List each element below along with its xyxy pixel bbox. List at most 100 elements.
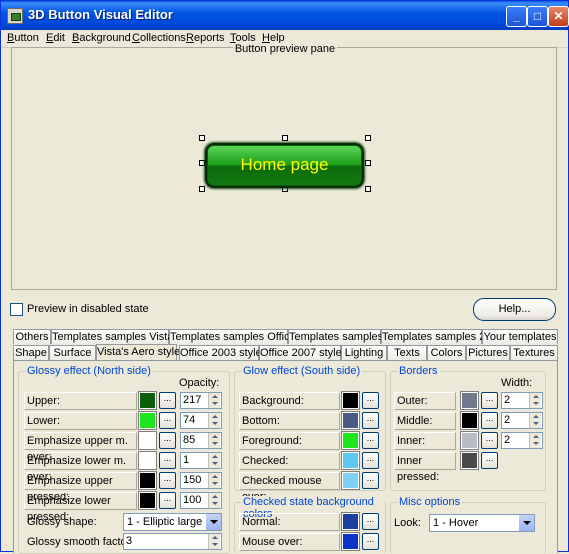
emph-lower-pressed-label: Emphasize lower pressed:	[24, 492, 137, 523]
border-outer-label: Outer:	[394, 392, 456, 410]
glow-bottom-color-swatch[interactable]	[341, 411, 360, 430]
glossy-upper-color-picker[interactable]: ...	[159, 392, 176, 409]
tab-others[interactable]: Others	[13, 329, 51, 344]
glow-bottom-color-picker[interactable]: ...	[362, 412, 379, 429]
border-outer-color-picker[interactable]: ...	[481, 392, 498, 409]
tab-your-templates[interactable]: Your templates	[482, 329, 558, 344]
borders-title: Borders	[397, 365, 440, 377]
border-inner-pressed-color-swatch[interactable]	[460, 451, 479, 470]
resize-handle-se[interactable]	[365, 186, 371, 192]
tab-shape[interactable]: Shape	[13, 345, 49, 360]
look-select[interactable]: 1 - Hover	[429, 514, 535, 532]
glow-checked-label: Checked:	[239, 452, 340, 470]
emph-lower-pressed-color-swatch[interactable]	[138, 491, 157, 510]
tab-texts[interactable]: Texts	[387, 345, 427, 360]
glossy-lower-color-swatch[interactable]	[138, 411, 157, 430]
tab-office-2007-style[interactable]: Office 2007 style	[259, 345, 342, 360]
emph-upper-mouseover-opacity-spinner[interactable]	[208, 433, 220, 448]
glow-foreground-color-picker[interactable]: ...	[362, 432, 379, 449]
glow-checked-mouseover-color-picker[interactable]: ...	[362, 472, 379, 489]
border-middle-label: Middle:	[394, 412, 456, 430]
glow-foreground-color-swatch[interactable]	[341, 431, 360, 450]
border-inner-label: Inner:	[394, 432, 456, 450]
checked-bg-normal-color-swatch[interactable]	[341, 512, 360, 531]
glossy-effect-title: Glossy effect (North side)	[25, 365, 153, 377]
tab-office-2003-style[interactable]: Office 2003 style	[179, 345, 262, 360]
glossy-upper-color-swatch[interactable]	[138, 391, 157, 410]
maximize-icon[interactable]: □	[527, 6, 548, 27]
glossy-effect-group: Glossy effect (North side) Opacity: Uppe…	[18, 365, 230, 554]
glow-effect-title: Glow effect (South side)	[241, 365, 363, 377]
glossy-upper-opacity-spinner[interactable]	[208, 393, 220, 408]
resize-handle-sw[interactable]	[199, 186, 205, 192]
emph-lower-pressed-color-picker[interactable]: ...	[159, 492, 176, 509]
border-middle-color-picker[interactable]: ...	[481, 412, 498, 429]
tab-colors[interactable]: Colors	[427, 345, 466, 360]
resize-handle-n[interactable]	[282, 135, 288, 141]
border-inner-color-swatch[interactable]	[460, 431, 479, 450]
resize-handle-nw[interactable]	[199, 135, 205, 141]
emph-upper-mouseover-label: Emphasize upper m. over:	[24, 432, 137, 463]
emph-upper-pressed-color-picker[interactable]: ...	[159, 472, 176, 489]
checked-bg-mouseover-color-swatch[interactable]	[341, 532, 360, 551]
border-middle-width-spinner[interactable]	[529, 413, 541, 428]
chevron-down-icon[interactable]	[518, 515, 534, 531]
border-outer-color-swatch[interactable]	[460, 391, 479, 410]
border-inner-color-picker[interactable]: ...	[481, 432, 498, 449]
emph-lower-mouseover-color-picker[interactable]: ...	[159, 452, 176, 469]
emph-upper-mouseover-color-picker[interactable]: ...	[159, 432, 176, 449]
emph-upper-pressed-color-swatch[interactable]	[138, 471, 157, 490]
glow-checked-color-picker[interactable]: ...	[362, 452, 379, 469]
emph-lower-mouseover-opacity-spinner[interactable]	[208, 453, 220, 468]
glossy-lower-opacity-spinner[interactable]	[208, 413, 220, 428]
opacity-label: Opacity:	[179, 377, 220, 389]
border-outer-width-spinner[interactable]	[529, 393, 541, 408]
glow-background-color-picker[interactable]: ...	[362, 392, 379, 409]
tab-vista-aero-style[interactable]: Vista's Aero style	[96, 344, 180, 361]
glossy-smooth-spinner[interactable]	[208, 534, 220, 549]
chevron-down-icon[interactable]	[205, 514, 221, 530]
emph-upper-pressed-label: Emphasize upper pressed:	[24, 472, 137, 503]
misc-options-group: Misc options Look: 1 - Hover	[390, 496, 546, 554]
tab-surface[interactable]: Surface	[49, 345, 96, 360]
tab-templates-samples[interactable]: Templates samples	[288, 329, 383, 344]
minimize-icon[interactable]: _	[506, 6, 527, 27]
emph-lower-pressed-opacity-spinner[interactable]	[208, 493, 220, 508]
glossy-lower-color-picker[interactable]: ...	[159, 412, 176, 429]
glow-checked-mouseover-color-swatch[interactable]	[341, 471, 360, 490]
emph-lower-mouseover-color-swatch[interactable]	[138, 451, 157, 470]
glow-foreground-label: Foreground:	[239, 432, 340, 450]
emph-upper-pressed-opacity-spinner[interactable]	[208, 473, 220, 488]
checked-bg-group: Checked state background colors Normal: …	[234, 496, 386, 554]
resize-handle-ne[interactable]	[365, 135, 371, 141]
glow-checked-mouseover-label: Checked mouse over:	[239, 472, 340, 503]
tab-templates-vista[interactable]: Templates samples Vista	[51, 329, 173, 344]
checked-bg-mouseover-color-picker[interactable]: ...	[362, 533, 379, 550]
preview-button-home-page[interactable]: Home page	[205, 143, 364, 188]
checked-bg-normal-color-picker[interactable]: ...	[362, 513, 379, 530]
close-icon[interactable]: ✕	[548, 6, 569, 27]
border-middle-color-swatch[interactable]	[460, 411, 479, 430]
resize-handle-e[interactable]	[365, 160, 371, 166]
border-inner-width-spinner[interactable]	[529, 433, 541, 448]
glow-background-label: Background:	[239, 392, 340, 410]
tab-templates-office[interactable]: Templates samples Office	[169, 329, 296, 344]
glow-bottom-label: Bottom:	[239, 412, 340, 430]
tab-templates-samples-2[interactable]: Templates samples 2	[381, 329, 485, 344]
tab-panel: Glossy effect (North side) Opacity: Uppe…	[13, 360, 558, 554]
tab-pictures[interactable]: Pictures	[466, 345, 510, 360]
emph-upper-mouseover-color-swatch[interactable]	[138, 431, 157, 450]
help-button[interactable]: Help...	[473, 298, 556, 321]
glossy-smooth-label: Glossy smooth factor:	[27, 536, 134, 548]
glossy-shape-select[interactable]: 1 - Elliptic large	[123, 513, 222, 531]
glow-checked-color-swatch[interactable]	[341, 451, 360, 470]
width-label: Width:	[501, 377, 533, 389]
border-inner-pressed-color-picker[interactable]: ...	[481, 452, 498, 469]
glossy-shape-label: Glossy shape:	[27, 516, 97, 528]
app-window: 3D Button Visual Editor _ □ ✕ Button Edi…	[0, 0, 569, 554]
tab-textures[interactable]: Textures	[510, 345, 558, 360]
tab-lighting[interactable]: Lighting	[341, 345, 387, 360]
glow-background-color-swatch[interactable]	[341, 391, 360, 410]
preview-disabled-checkbox[interactable]	[10, 303, 23, 316]
emph-lower-mouseover-label: Emphasize lower m. over:	[24, 452, 137, 483]
